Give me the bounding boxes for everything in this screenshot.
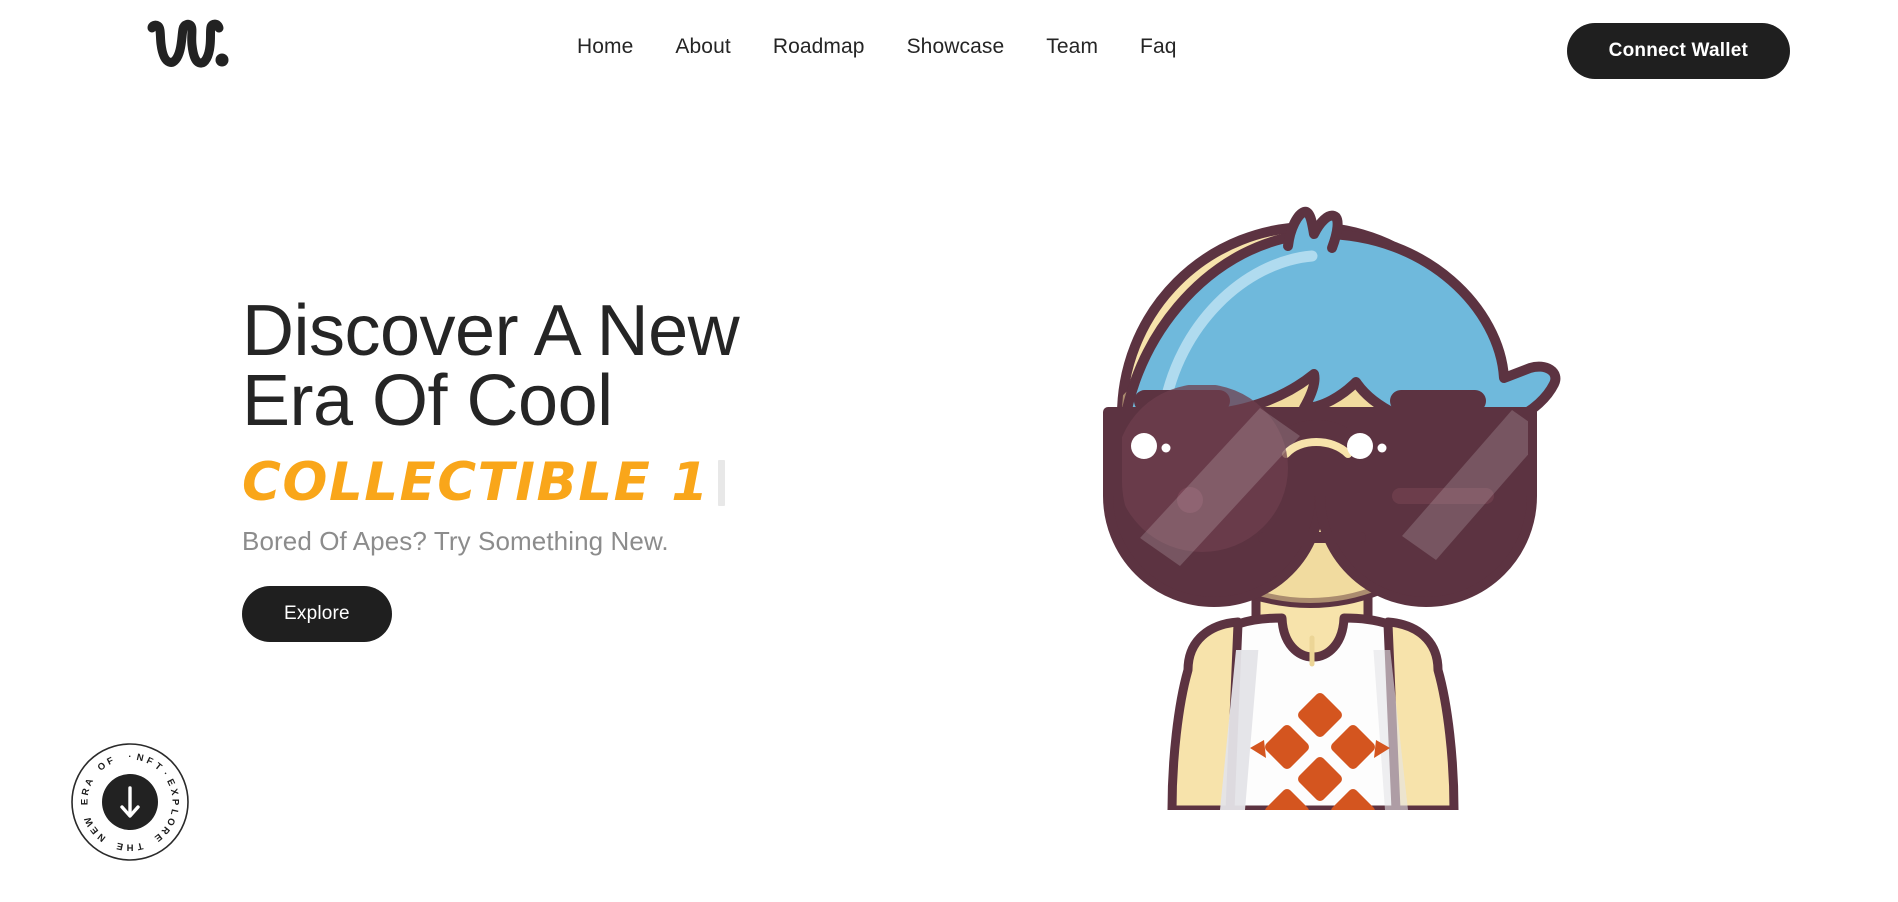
- scroll-badge-svg: · N FT·EXPLORETHENEWERAOF: [71, 743, 189, 861]
- nft-avatar-character: [1060, 200, 1620, 902]
- scroll-down-badge[interactable]: · N F T · E X P L O R E T H E N E W E R A O F: [70, 742, 190, 862]
- typing-caret: [717, 460, 725, 506]
- avatar-illustration-svg: [1103, 206, 1561, 810]
- nav-link-home[interactable]: Home: [556, 28, 654, 66]
- brand-logo[interactable]: [142, 14, 232, 84]
- landing-page: Home About Roadmap Showcase Team Faq Con…: [0, 0, 1898, 902]
- main-nav: Home About Roadmap Showcase Team Faq: [556, 28, 1198, 66]
- hero-title: Discover A New Era Of Cool: [242, 291, 740, 441]
- hero-subtitle: Bored Of Apes? Try Something New.: [242, 526, 669, 556]
- svg-text:P: P: [170, 799, 181, 806]
- nav-link-team[interactable]: Team: [1025, 28, 1119, 66]
- character-body: [1167, 525, 1459, 810]
- hero-typed-text: COLLECTIBLE 1: [242, 452, 710, 513]
- nav-link-roadmap[interactable]: Roadmap: [752, 28, 886, 66]
- nav-link-faq[interactable]: Faq: [1119, 28, 1198, 66]
- character-mouth: [1258, 532, 1366, 543]
- shirt-pineapple-logo: [1250, 693, 1390, 810]
- explore-button[interactable]: Explore: [242, 586, 392, 642]
- hero-section: Discover A New Era Of Cool COLLECTIBLE 1…: [242, 291, 942, 642]
- site-header: Home About Roadmap Showcase Team Faq Con…: [0, 0, 1898, 100]
- svg-text:E: E: [80, 799, 91, 805]
- svg-text:H: H: [126, 842, 133, 853]
- character-sunglasses: [1103, 385, 1537, 607]
- nav-link-about[interactable]: About: [654, 28, 751, 66]
- character-head: [1103, 206, 1561, 608]
- character-eyebrows: [1134, 390, 1486, 412]
- hero-typed-row: COLLECTIBLE 1: [242, 452, 942, 514]
- connect-wallet-button[interactable]: Connect Wallet: [1566, 23, 1790, 79]
- svg-text:·: ·: [128, 752, 131, 763]
- nav-link-showcase[interactable]: Showcase: [886, 28, 1026, 66]
- script-w-logo-icon: [147, 19, 229, 68]
- character-hair: [1106, 206, 1561, 474]
